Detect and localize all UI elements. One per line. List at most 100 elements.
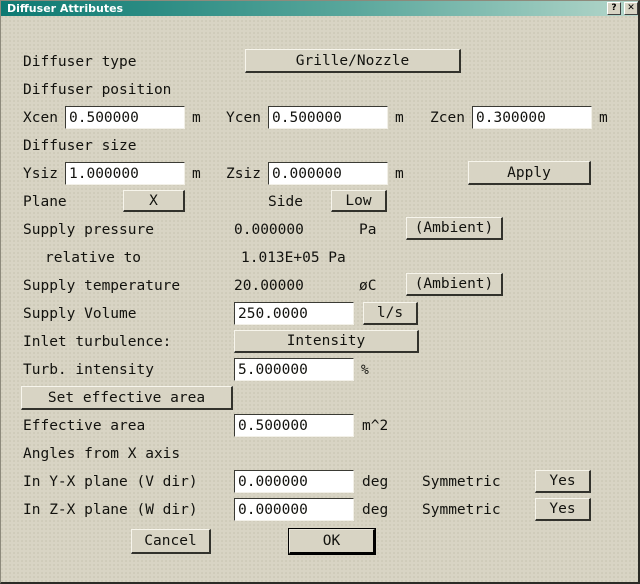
zsiz-value: 0.000000 [272,165,342,182]
diffuser-size-header-row: Diffuser size [23,134,137,158]
zcen-label: Zcen [430,109,465,126]
ycen-unit: m [395,109,404,126]
turb-intensity-unit: % [361,362,369,378]
zcen-value: 0.300000 [476,109,546,126]
zcen-label-row: Zcen [430,106,465,130]
supply-temperature-label-row: Supply temperature [23,274,180,298]
zsiz-input[interactable]: 0.000000 [268,162,388,185]
zx-plane-unit: deg [362,501,389,518]
plane-value: X [149,192,158,209]
supply-temperature-unit-row: øC [359,274,376,298]
set-effective-area-button[interactable]: Set effective area [21,386,233,410]
supply-pressure-unit: Pa [359,221,377,238]
yx-symmetric-label: Symmetric [422,473,501,490]
apply-button[interactable]: Apply [468,161,591,185]
window-title: Diffuser Attributes [7,2,124,15]
xcen-unit-row: m [192,106,201,130]
supply-temperature-unit: øC [359,277,377,294]
supply-temperature-label: Supply temperature [23,277,181,294]
ycen-unit-row: m [395,106,404,130]
xcen-label: Xcen [23,109,58,126]
plane-value-button[interactable]: X [123,190,185,212]
ysiz-value: 1.000000 [69,165,139,182]
side-label: Side [268,193,303,210]
yx-plane-unit: deg [362,473,389,490]
zsiz-unit: m [395,165,404,182]
supply-volume-label-row: Supply Volume [23,302,137,326]
zx-symmetric-button[interactable]: Yes [535,498,591,521]
ok-button[interactable]: OK [288,528,376,555]
supply-temperature-ambient-label: (Ambient) [414,276,494,292]
title-bar[interactable]: Diffuser Attributes ? ✕ [1,1,638,16]
supply-pressure-ambient-label: (Ambient) [414,220,494,236]
supply-temperature-value: 20.00000 [234,277,304,294]
yx-plane-label: In Y-X plane (V dir) [23,473,198,490]
turb-intensity-value: 5.000000 [238,361,308,378]
zsiz-label-row: Zsiz [226,162,261,186]
zcen-unit-row: m [599,106,608,130]
supply-volume-unit-button[interactable]: l/s [363,302,418,325]
ysiz-label: Ysiz [23,165,58,182]
zcen-input[interactable]: 0.300000 [472,106,592,129]
side-value-button[interactable]: Low [331,190,387,212]
inlet-turbulence-label-row: Inlet turbulence: [23,330,171,354]
zx-plane-input[interactable]: 0.000000 [234,498,354,521]
zx-plane-value: 0.000000 [238,501,308,518]
side-label-row: Side [268,190,303,214]
supply-volume-label: Supply Volume [23,305,137,322]
xcen-input[interactable]: 0.500000 [65,106,185,129]
effective-area-label: Effective area [23,417,146,434]
effective-area-value: 0.500000 [238,417,308,434]
zcen-unit: m [599,109,608,126]
zx-symmetric-label: Symmetric [422,501,501,518]
effective-area-unit-row: m^2 [362,414,388,438]
diffuser-type-value: Grille/Nozzle [295,52,410,69]
supply-volume-unit: l/s [376,305,404,321]
diffuser-type-button[interactable]: Grille/Nozzle [245,49,461,73]
xcen-value: 0.500000 [69,109,139,126]
ycen-label-row: Ycen [226,106,261,130]
plane-label: Plane [23,193,67,210]
zx-plane-label-row: In Z-X plane (W dir) [23,498,198,522]
cancel-button[interactable]: Cancel [131,529,211,554]
zx-symmetric-label-row: Symmetric [422,498,501,522]
angles-header-label: Angles from X axis [23,445,181,462]
close-icon[interactable]: ✕ [624,2,638,15]
ysiz-unit-row: m [192,162,201,186]
turb-intensity-label: Turb. intensity [23,361,154,378]
ycen-input[interactable]: 0.500000 [268,106,388,129]
yx-symmetric-button[interactable]: Yes [535,470,591,493]
supply-pressure-value: 0.000000 [234,221,304,238]
yx-plane-value: 0.000000 [238,473,308,490]
yx-symmetric-label-row: Symmetric [422,470,501,494]
zsiz-label: Zsiz [226,165,261,182]
relative-to-value-row: 1.013E+05 Pa [241,246,346,270]
title-bar-buttons: ? ✕ [607,2,638,15]
effective-area-unit: m^2 [362,417,389,434]
supply-volume-value: 250.0000 [238,305,308,322]
yx-plane-label-row: In Y-X plane (V dir) [23,470,198,494]
yx-symmetric-value: Yes [549,473,576,489]
set-effective-area-label: Set effective area [47,389,206,406]
zx-plane-unit-row: deg [362,498,388,522]
ysiz-input[interactable]: 1.000000 [65,162,185,185]
relative-to-value: 1.013E+05 Pa [241,249,346,266]
supply-pressure-ambient-button[interactable]: (Ambient) [406,217,503,240]
yx-plane-unit-row: deg [362,470,388,494]
supply-pressure-label: Supply pressure [23,221,154,238]
help-icon[interactable]: ? [607,2,621,15]
apply-label: Apply [507,164,551,181]
turb-intensity-label-row: Turb. intensity [23,358,154,382]
yx-plane-input[interactable]: 0.000000 [234,470,354,493]
turb-intensity-input[interactable]: 5.000000 [234,358,354,381]
diffuser-position-header-row: Diffuser position [23,78,171,102]
plane-label-row: Plane [23,190,67,214]
supply-temperature-ambient-button[interactable]: (Ambient) [406,273,503,296]
effective-area-input[interactable]: 0.500000 [234,414,354,437]
supply-temperature-value-row: 20.00000 [234,274,304,298]
zsiz-unit-row: m [395,162,404,186]
zx-plane-label: In Z-X plane (W dir) [23,501,198,518]
inlet-turbulence-button[interactable]: Intensity [234,330,419,353]
supply-volume-input[interactable]: 250.0000 [234,302,354,325]
cancel-label: Cancel [144,533,197,549]
